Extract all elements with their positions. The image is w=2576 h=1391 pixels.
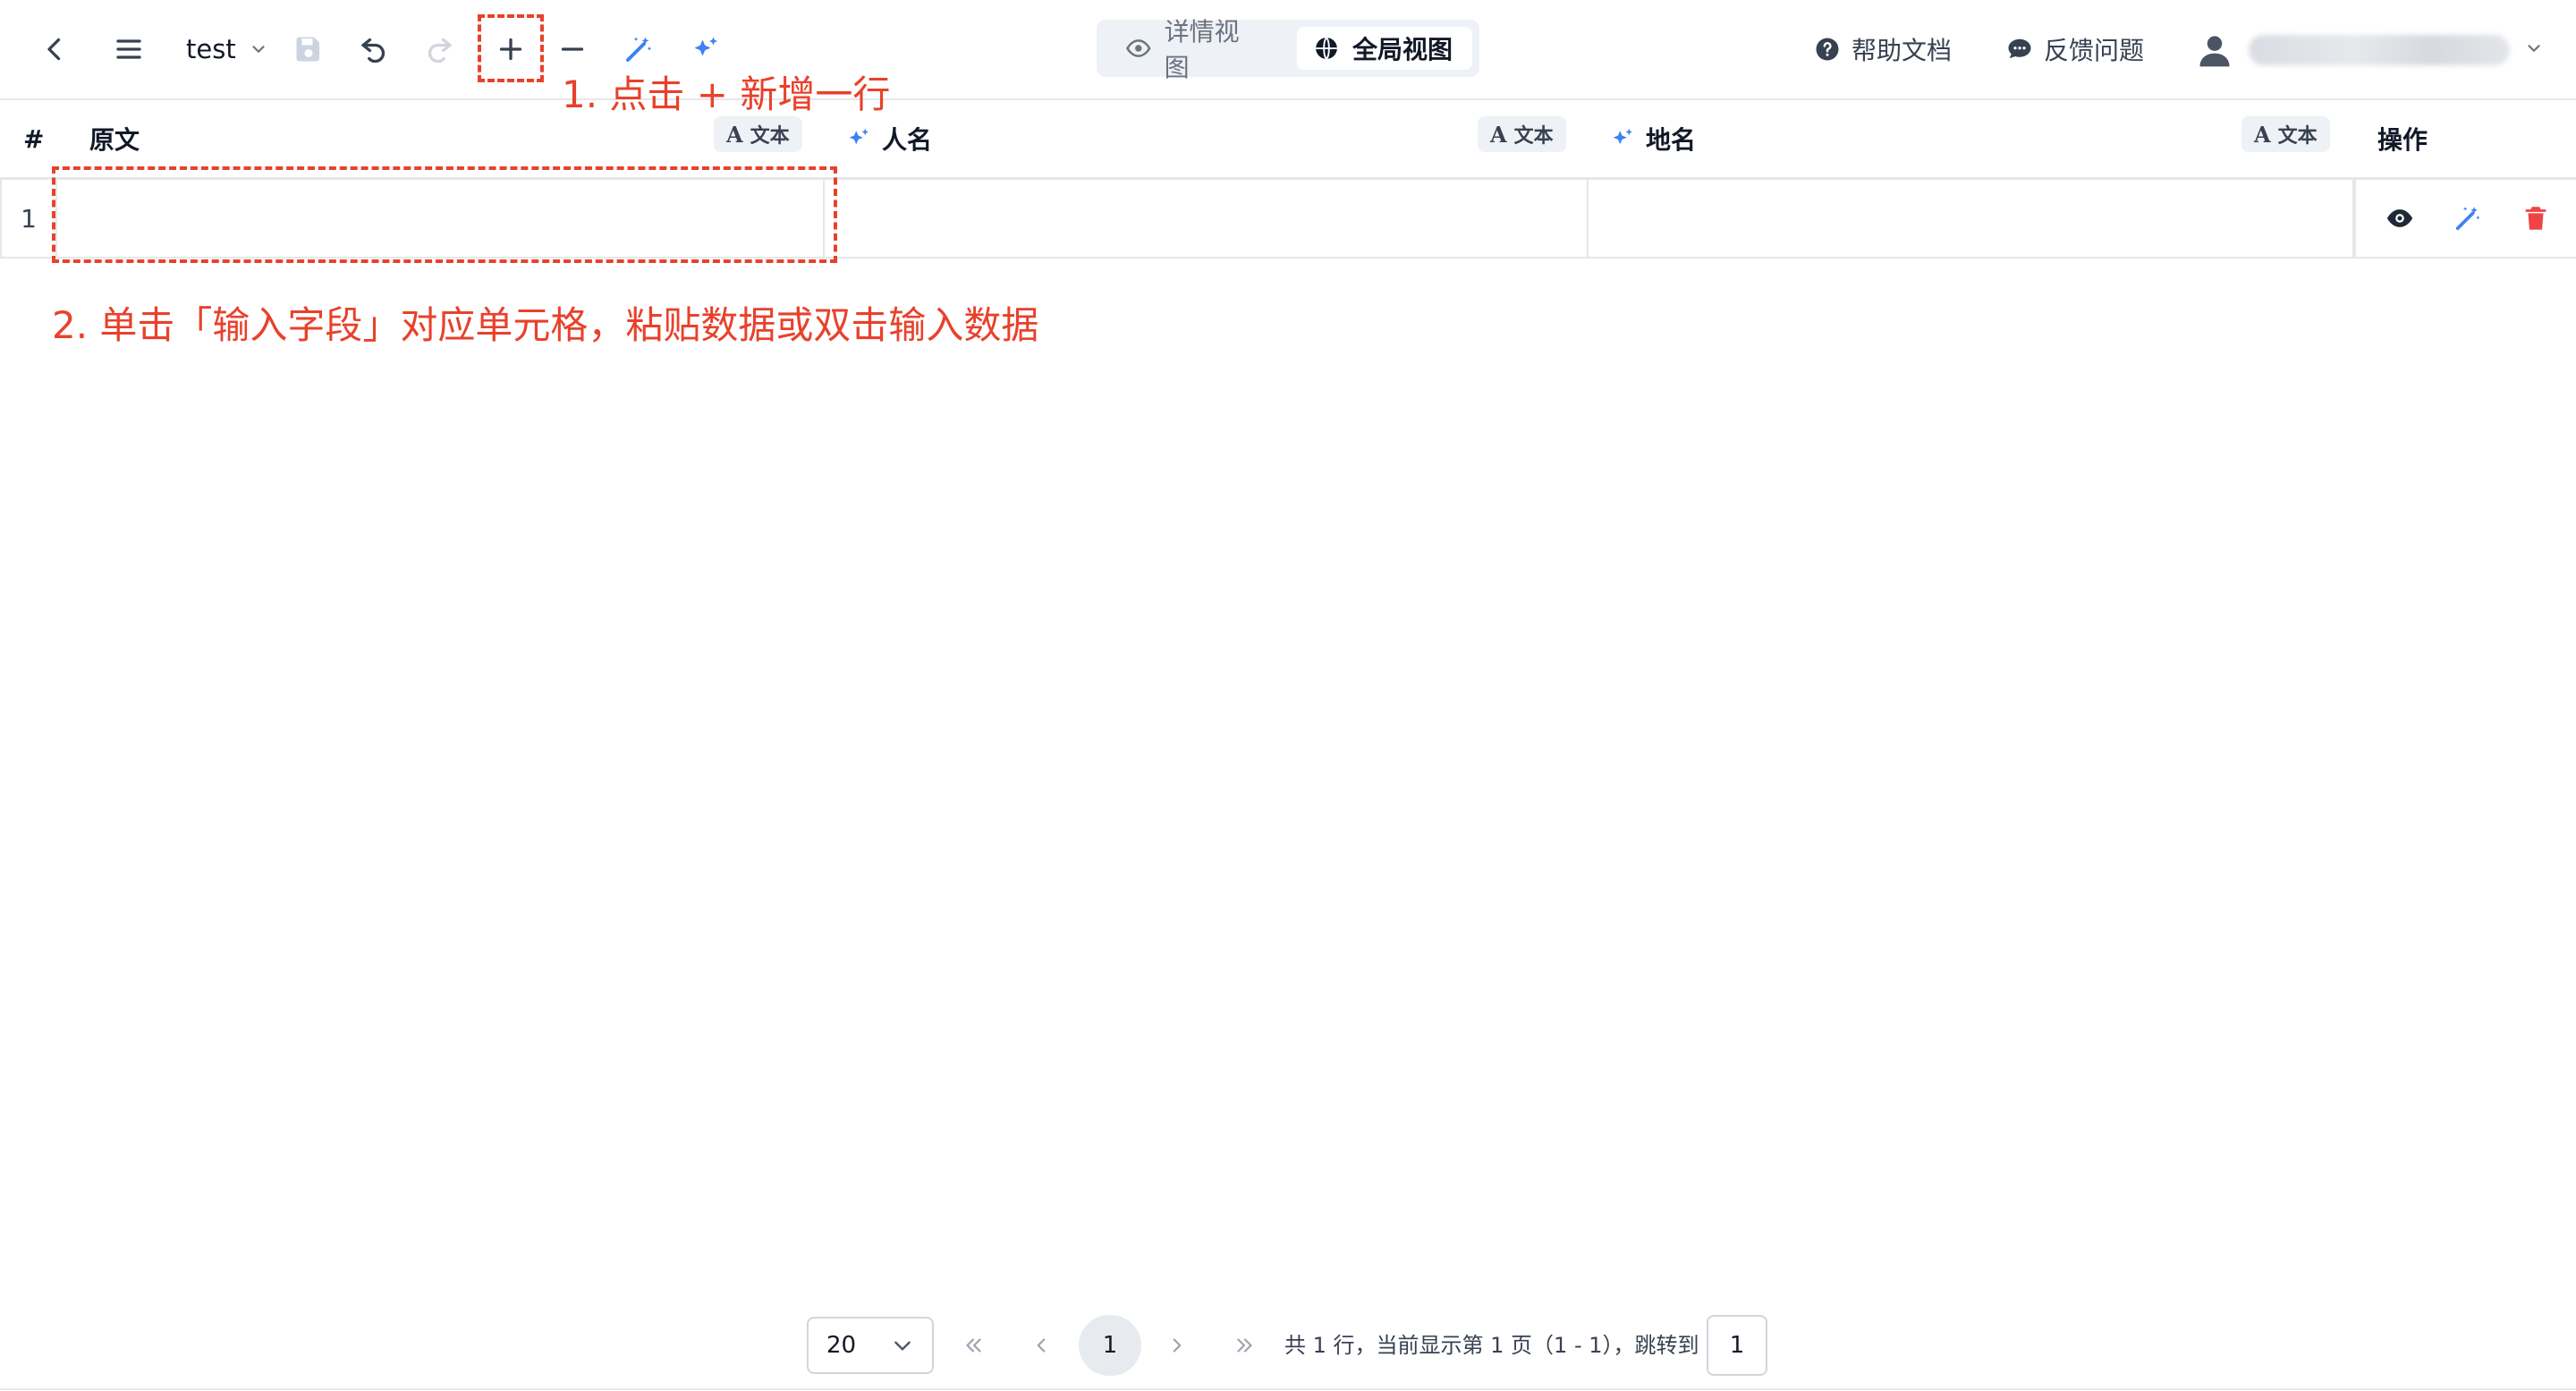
text-type-icon: A [726, 121, 743, 148]
next-page-button[interactable] [1150, 1319, 1204, 1372]
chevron-left-icon [1037, 1338, 1046, 1353]
help-docs-label: 帮助文档 [1852, 36, 1953, 65]
chevron-down-icon [894, 1341, 911, 1351]
magic-wand-icon [626, 37, 652, 62]
eye-icon [1126, 39, 1151, 57]
page-size-select[interactable]: 20 [807, 1317, 934, 1374]
back-button[interactable] [30, 24, 80, 74]
globe-icon [1316, 37, 1337, 60]
table-cell-person-name[interactable] [825, 180, 1589, 257]
pagination: 20 1 共 1 行，当前显示第 1 页（1 - 1），跳转到 1 [0, 1308, 2576, 1383]
view-switch: 详情视图 全局视图 [1097, 17, 1479, 82]
question-circle-icon [1816, 38, 1839, 61]
user-menu[interactable] [2195, 25, 2544, 75]
sparkle-icon [849, 128, 869, 145]
annotation-step-1: 1. 点击 + 新增一行 [562, 72, 891, 116]
magic-wand-icon [2455, 207, 2480, 231]
actions-header-label: 操作 [2377, 125, 2428, 155]
current-page-button[interactable]: 1 [1079, 1315, 1141, 1376]
row-actions [2354, 180, 2576, 257]
redo-button[interactable] [414, 24, 464, 74]
eye-icon [2386, 209, 2413, 227]
comment-icon [2008, 38, 2031, 58]
tab-global-label: 全局视图 [1352, 35, 1453, 64]
page-size-value: 20 [826, 1332, 857, 1359]
index-header-label: # [23, 123, 45, 154]
avatar [2195, 30, 2234, 70]
index-header: # [23, 100, 44, 177]
document-name: test [186, 34, 236, 64]
menu-icon [116, 39, 141, 59]
prev-page-button[interactable] [1014, 1319, 1068, 1372]
save-button[interactable] [284, 24, 334, 74]
menu-button[interactable] [104, 24, 154, 74]
view-row-button[interactable] [2379, 198, 2420, 239]
user-icon [2199, 36, 2230, 67]
back-icon [47, 38, 61, 61]
undo-icon [361, 38, 386, 64]
column-type-badge[interactable]: A 文本 [1478, 116, 1566, 152]
chevron-down-icon [252, 46, 265, 53]
annotation-step-2: 2. 单击「输入字段」对应单元格，粘贴数据或双击输入数据 [52, 303, 1039, 347]
tab-detail-label: 详情视图 [1164, 17, 1240, 82]
first-page-button[interactable] [946, 1319, 1000, 1372]
toolbar: test 详情视图 全局视图 帮助文档 反馈问题 [0, 0, 2576, 100]
row-index: 1 [0, 180, 57, 257]
last-page-button[interactable] [1218, 1319, 1272, 1372]
column-type-label: 文本 [750, 125, 790, 148]
sparkle-icon [694, 37, 717, 56]
user-name-redacted [2249, 35, 2510, 65]
save-icon [296, 37, 319, 62]
annotation-highlight-input-cell [52, 166, 837, 263]
bottom-divider [0, 1388, 2576, 1390]
annotation-highlight-add-button [478, 14, 544, 82]
column-type-label: 文本 [2277, 125, 2318, 148]
trash-icon [2525, 207, 2546, 230]
table-cell-place-name[interactable] [1589, 180, 2354, 257]
tab-global-view[interactable]: 全局视图 [1297, 27, 1472, 70]
double-chevron-left-icon [966, 1338, 981, 1353]
chevron-right-icon [1173, 1338, 1182, 1353]
document-selector[interactable]: test [186, 30, 268, 69]
text-type-icon: A [1490, 121, 1507, 148]
delete-row-button[interactable] [2515, 198, 2556, 239]
feedback-link[interactable]: 反馈问题 [2006, 30, 2144, 69]
double-chevron-right-icon [1237, 1338, 1252, 1353]
sparkle-icon [1613, 128, 1632, 145]
column-header-label: 人名 [882, 125, 933, 155]
column-type-badge[interactable]: A 文本 [714, 116, 802, 152]
actions-header: 操作 [2377, 100, 2428, 177]
ai-fill-row-button[interactable] [2447, 198, 2488, 239]
column-type-label: 文本 [1513, 125, 1554, 148]
chevron-down-icon [2524, 38, 2544, 62]
minus-icon [561, 47, 584, 51]
text-type-icon: A [2254, 121, 2271, 148]
column-type-badge[interactable]: A 文本 [2241, 116, 2330, 152]
redo-icon [428, 38, 452, 64]
feedback-label: 反馈问题 [2044, 36, 2145, 65]
column-header-label: 原文 [89, 125, 140, 155]
pagination-info: 共 1 行，当前显示第 1 页（1 - 1），跳转到 [1284, 1333, 1699, 1358]
column-header-place-name[interactable]: 地名 [1610, 100, 1696, 177]
column-header-label: 地名 [1646, 125, 1697, 155]
jump-to-page-input[interactable]: 1 [1707, 1315, 1767, 1376]
undo-button[interactable] [349, 24, 399, 74]
help-docs-link[interactable]: 帮助文档 [1814, 30, 1952, 69]
tab-detail-view[interactable]: 详情视图 [1109, 17, 1279, 82]
